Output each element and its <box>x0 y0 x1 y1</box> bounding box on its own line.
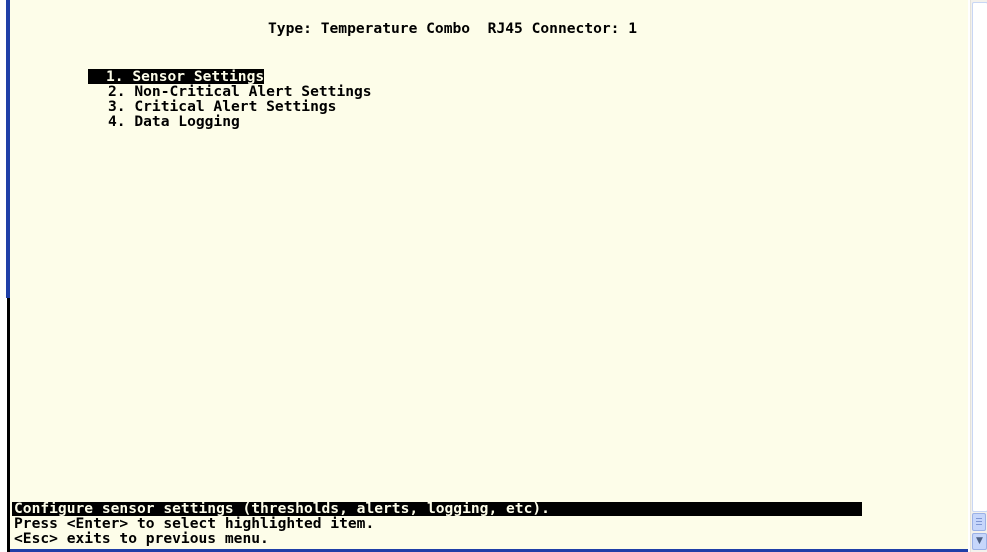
terminal-screen[interactable]: Type: Temperature Combo RJ45 Connector: … <box>10 0 968 550</box>
menu-item-non-critical-alert-settings[interactable]: 2. Non-Critical Alert Settings <box>90 84 372 99</box>
telnet-window: Type: Temperature Combo RJ45 Connector: … <box>0 0 987 552</box>
menu-item-critical-alert-settings[interactable]: 3. Critical Alert Settings <box>90 99 336 114</box>
menu-item-label: 4. Data Logging <box>108 113 240 130</box>
enter-hint: Press <Enter> to select highlighted item… <box>14 515 375 532</box>
grip-icon[interactable] <box>972 513 986 531</box>
menu-item-data-logging[interactable]: 4. Data Logging <box>90 114 240 129</box>
chevron-down-icon[interactable]: ▼ <box>972 533 987 550</box>
sensor-type-label: Type: Temperature Combo <box>268 20 471 37</box>
connector-label: RJ45 Connector: 1 <box>487 20 638 37</box>
sensor-header: Type: Temperature Combo RJ45 Connector: … <box>268 21 637 36</box>
menu-item-sensor-settings[interactable]: 1. Sensor Settings <box>88 69 265 84</box>
esc-hint: <Esc> exits to previous menu. <box>14 530 269 547</box>
scroll-thumb[interactable] <box>972 2 987 512</box>
status-description: Configure sensor settings (thresholds, a… <box>14 500 550 517</box>
vertical-scrollbar[interactable]: ▼ <box>970 0 987 552</box>
